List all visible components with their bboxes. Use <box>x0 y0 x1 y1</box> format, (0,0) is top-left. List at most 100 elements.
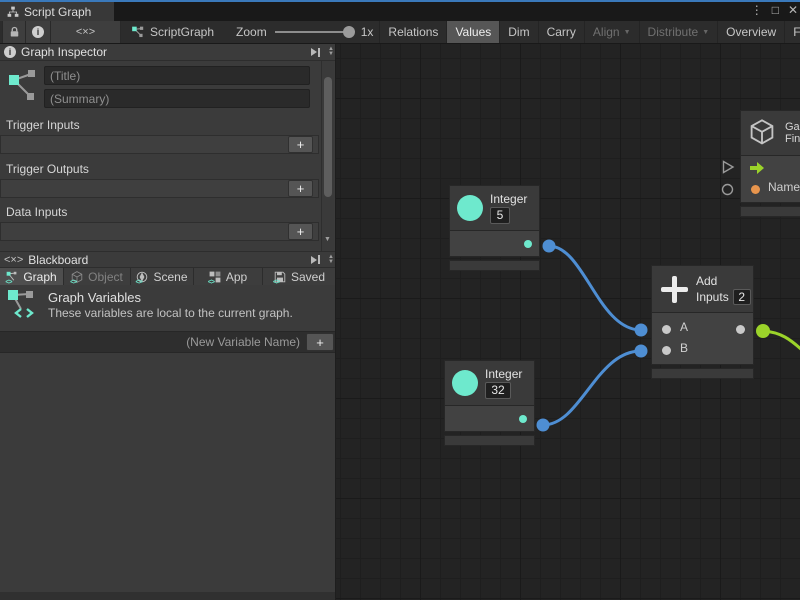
gameobject-cube-icon <box>747 118 777 148</box>
values-toggle[interactable]: Values <box>446 21 499 43</box>
lock-button[interactable] <box>2 21 26 43</box>
node-title-line-2: Fin <box>785 133 800 145</box>
integer-node-5[interactable]: Integer 5 <box>449 185 540 271</box>
tab-scene[interactable]: <> Scene <box>131 268 194 285</box>
name-port-label: Name <box>768 180 800 194</box>
new-variable-name-input[interactable] <box>0 335 306 349</box>
add-trigger-output-button[interactable]: + <box>288 180 313 197</box>
find-node[interactable]: Gam Fin Name <box>740 110 800 217</box>
data-inputs-label: Data Inputs <box>6 205 67 219</box>
window-close-icon[interactable]: ✕ <box>788 3 798 17</box>
info-button[interactable]: i <box>26 21 51 43</box>
integer-node-32[interactable]: Integer 32 <box>444 360 535 446</box>
graph-name: ScriptGraph <box>150 25 214 39</box>
zoom-slider-thumb[interactable] <box>343 26 355 38</box>
tab-graph-label: Graph <box>23 270 56 284</box>
window-menu-icon[interactable]: ⋮ <box>751 3 763 17</box>
tab-app[interactable]: <> App <box>194 268 263 285</box>
integer-value-field[interactable]: 5 <box>490 207 510 224</box>
align-dropdown[interactable]: Align ▼ <box>584 21 639 43</box>
object-cube-icon: <> <box>71 271 84 283</box>
tab-title: Script Graph <box>24 5 91 19</box>
panel-bottom-edge <box>0 592 336 600</box>
info-icon: i <box>32 26 44 38</box>
full-screen-label: Full Screen <box>793 25 800 39</box>
add-trigger-input-button[interactable]: + <box>288 136 313 153</box>
trigger-outputs-list <box>0 179 319 198</box>
trigger-inputs-list <box>0 135 319 154</box>
wire-endpoint[interactable] <box>635 345 648 358</box>
zoom-slider[interactable] <box>275 31 353 33</box>
integer-value-field[interactable]: 32 <box>485 382 511 399</box>
trigger-input-arrow-icon[interactable] <box>749 161 765 175</box>
trigger-inputs-label: Trigger Inputs <box>6 118 80 132</box>
script-graph-tab-icon <box>7 6 19 18</box>
add-node[interactable]: Add Inputs 2 A B <box>651 265 754 379</box>
trigger-port-marker[interactable] <box>722 160 735 174</box>
node-footer <box>444 435 535 446</box>
input-port-a[interactable] <box>662 325 671 334</box>
wire-endpoint[interactable] <box>635 324 648 337</box>
graph-breadcrumb[interactable]: ScriptGraph <box>131 21 214 43</box>
graph-canvas[interactable]: Integer 5 Integer 32 <box>336 44 800 600</box>
graph-inspector-panel: i Graph Inspector ▲ ▼ ▼ Trigger Inputs <box>0 44 336 600</box>
scroll-down-icon[interactable]: ▼ <box>328 52 334 57</box>
value-port-marker[interactable] <box>721 183 734 196</box>
node-title-line-1: Gam <box>785 121 800 133</box>
bolt-button[interactable]: <×> <box>51 21 121 43</box>
inspector-scrollbar-thumb[interactable] <box>324 77 332 197</box>
popout-icon[interactable] <box>311 255 320 264</box>
integer-output-port[interactable] <box>519 415 527 423</box>
window-tab-bar: Script Graph ⋮ □ ✕ <box>0 0 800 21</box>
tab-saved[interactable]: <> Saved <box>263 268 336 285</box>
integer-output-port[interactable] <box>524 240 532 248</box>
bolt-icon: <×> <box>76 26 95 38</box>
tab-object[interactable]: <> Object <box>64 268 131 285</box>
dim-toggle[interactable]: Dim <box>499 21 537 43</box>
wire-endpoint[interactable] <box>543 240 556 253</box>
wire-integer32-to-b[interactable] <box>543 351 641 425</box>
window-maximize-icon[interactable]: □ <box>772 3 779 17</box>
integer-type-icon <box>457 195 483 221</box>
relations-toggle[interactable]: Relations <box>379 21 446 43</box>
add-data-input-button[interactable]: + <box>288 223 313 240</box>
port-b-label: B <box>680 341 688 355</box>
distribute-dropdown[interactable]: Distribute ▼ <box>639 21 718 43</box>
scroll-down-icon[interactable]: ▼ <box>328 260 334 265</box>
lock-icon <box>9 26 20 38</box>
node-footer <box>740 206 800 217</box>
output-port[interactable] <box>736 325 745 334</box>
scroll-down-icon[interactable]: ▼ <box>321 236 334 243</box>
wire-integer5-to-a[interactable] <box>549 246 641 330</box>
input-port-b[interactable] <box>662 346 671 355</box>
overview-label: Overview <box>726 25 776 39</box>
graph-summary-input[interactable] <box>44 89 310 108</box>
graph-title-input[interactable] <box>44 66 310 85</box>
dim-label: Dim <box>508 25 529 39</box>
overview-button[interactable]: Overview <box>717 21 784 43</box>
wire-endpoint[interactable] <box>537 419 550 432</box>
script-graph-window: Script Graph ⋮ □ ✕ i <×> <box>0 0 800 600</box>
plus-icon: + <box>297 181 305 196</box>
node-title: Add <box>696 274 751 288</box>
node-title: Integer <box>485 367 522 381</box>
inspector-title: Graph Inspector <box>21 45 107 59</box>
popout-icon[interactable] <box>311 48 320 57</box>
bolt-icon: <×> <box>4 254 23 266</box>
tab-graph[interactable]: <> Graph <box>0 268 64 285</box>
wire-endpoint[interactable] <box>756 324 770 338</box>
tab-script-graph[interactable]: Script Graph <box>0 2 114 21</box>
align-label: Align <box>593 25 620 39</box>
carry-toggle[interactable]: Carry <box>538 21 584 43</box>
add-variable-button[interactable]: + <box>306 333 334 351</box>
plus-icon: + <box>297 137 305 152</box>
chevron-down-icon: ▼ <box>624 29 631 36</box>
name-input-port[interactable] <box>751 185 760 194</box>
values-label: Values <box>455 25 491 39</box>
full-screen-button[interactable]: Full Screen <box>784 21 800 43</box>
node-footer <box>449 260 540 271</box>
focus-highlight-line <box>0 0 800 2</box>
inspector-scrollbar[interactable] <box>321 61 334 251</box>
zoom-value: 1x <box>361 25 374 39</box>
inputs-count-field[interactable]: 2 <box>733 289 751 305</box>
